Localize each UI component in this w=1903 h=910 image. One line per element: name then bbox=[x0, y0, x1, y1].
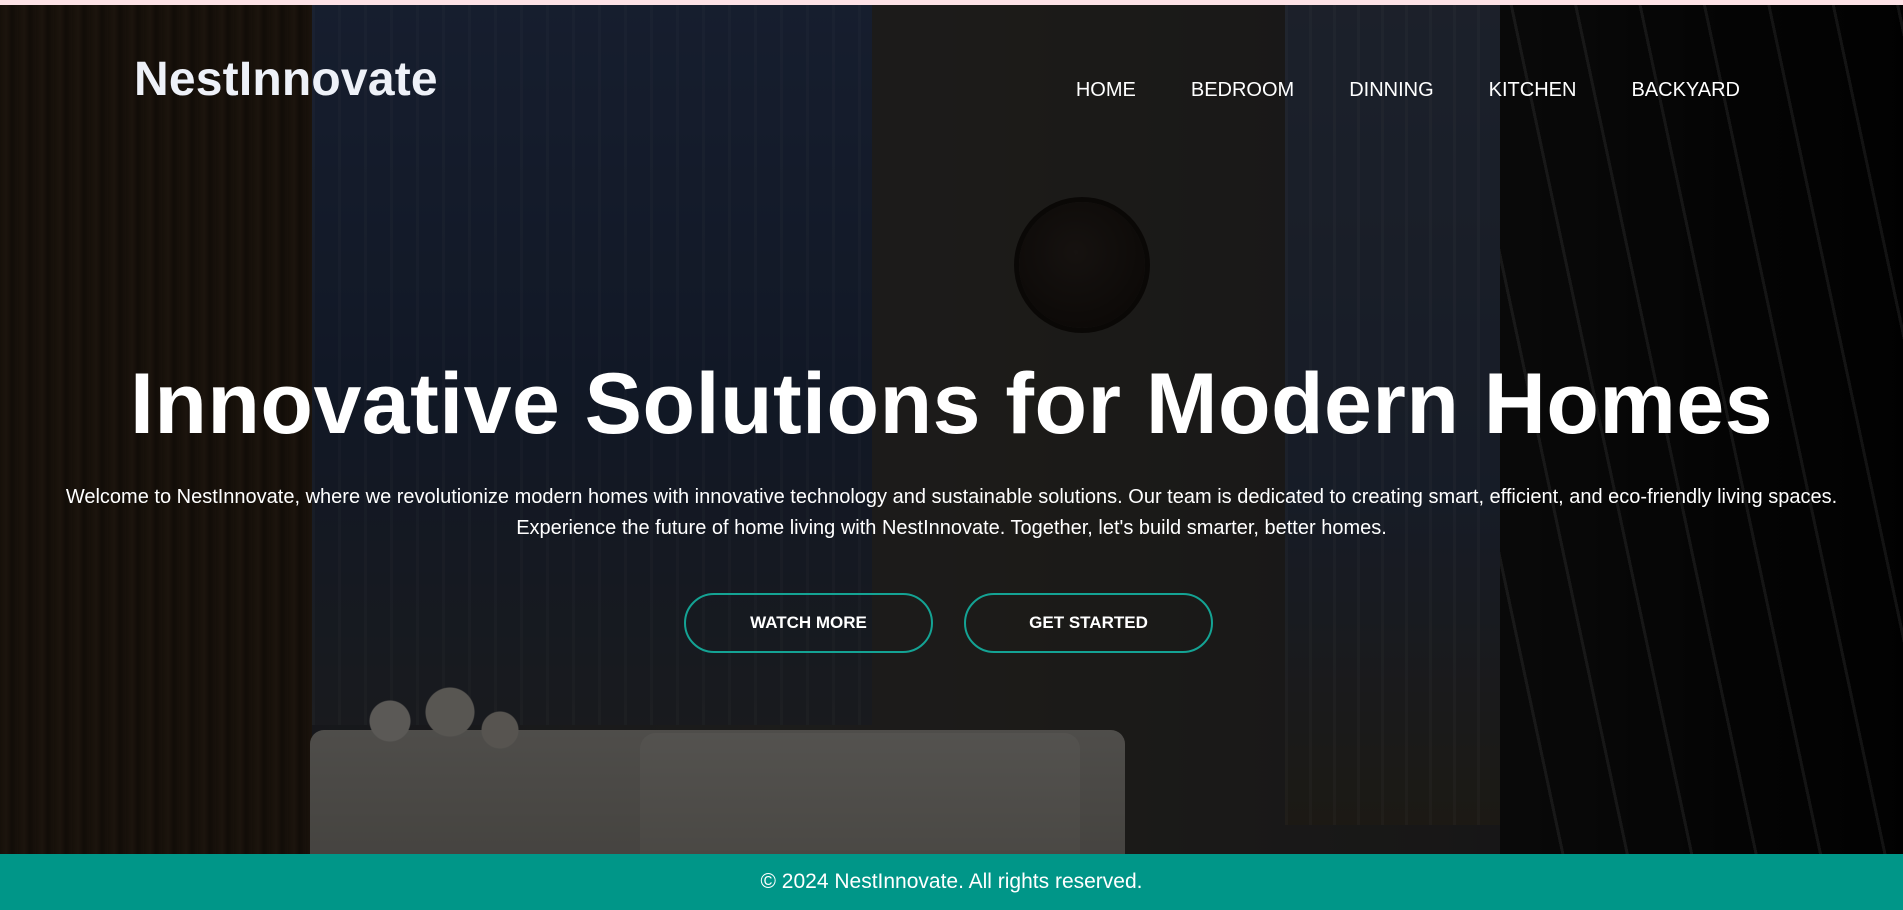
hero-intro-line-1: Welcome to NestInnovate, where we revolu… bbox=[65, 486, 1838, 508]
hero-intro: Welcome to NestInnovate, where we revolu… bbox=[40, 482, 1863, 544]
hero-headline: Innovative Solutions for Modern Homes bbox=[129, 356, 1774, 452]
nav-item-dinning[interactable]: DINNING bbox=[1349, 79, 1433, 102]
nav-item-kitchen[interactable]: KITCHEN bbox=[1489, 79, 1577, 102]
hero-section: NestInnovate HOME BEDROOM DINNING KITCHE… bbox=[0, 5, 1903, 854]
watch-more-button[interactable]: WATCH MORE bbox=[684, 593, 933, 653]
main-nav: HOME BEDROOM DINNING KITCHEN BACKYARD bbox=[1076, 79, 1740, 102]
nav-item-home[interactable]: HOME bbox=[1076, 79, 1136, 102]
nav-item-bedroom[interactable]: BEDROOM bbox=[1191, 79, 1294, 102]
footer-copyright: © 2024 NestInnovate. All rights reserved… bbox=[760, 870, 1143, 893]
get-started-button[interactable]: GET STARTED bbox=[964, 593, 1213, 653]
top-accent-strip bbox=[0, 0, 1903, 5]
hero-intro-line-2: Experience the future of home living wit… bbox=[516, 517, 1387, 539]
page-footer: © 2024 NestInnovate. All rights reserved… bbox=[0, 854, 1903, 910]
cta-button-group: WATCH MORE GET STARTED bbox=[684, 593, 1213, 653]
nav-item-backyard[interactable]: BACKYARD bbox=[1631, 79, 1740, 102]
brand-logo[interactable]: NestInnovate bbox=[134, 52, 438, 107]
